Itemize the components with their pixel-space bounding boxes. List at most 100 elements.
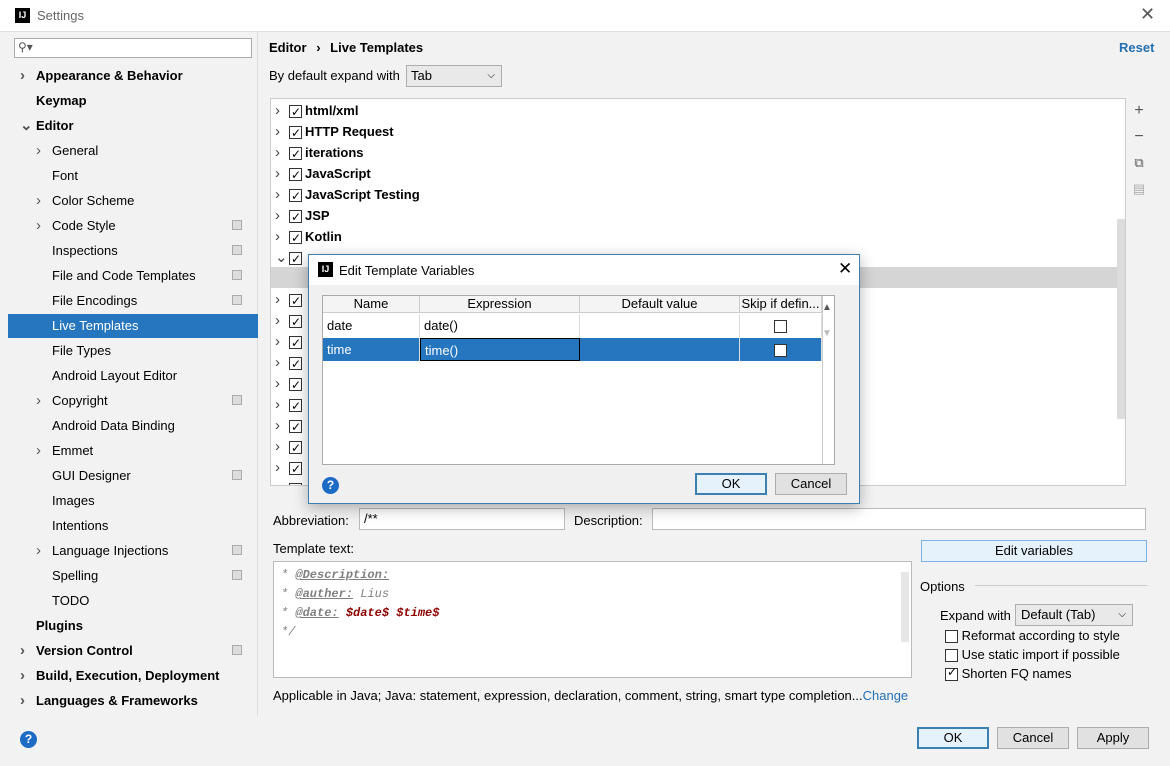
- group-checkbox[interactable]: [289, 354, 302, 375]
- group-checkbox[interactable]: [289, 459, 302, 480]
- sidebar-item[interactable]: › Languages & Frameworks: [8, 689, 258, 713]
- chevron-right-icon[interactable]: ›: [36, 139, 41, 163]
- sidebar-item[interactable]: Android Layout Editor: [8, 364, 258, 388]
- chevron-right-icon[interactable]: ›: [271, 205, 289, 226]
- chevron-right-icon[interactable]: ›: [271, 100, 289, 121]
- sidebar-item[interactable]: › Language Injections: [8, 539, 258, 563]
- tree-group-row[interactable]: › JavaScript Testing: [271, 184, 1125, 207]
- chevron-right-icon[interactable]: ›: [271, 436, 289, 457]
- tree-group-row[interactable]: › Kotlin: [271, 226, 1125, 249]
- description-input[interactable]: [652, 508, 1146, 530]
- chevron-right-icon[interactable]: ›: [36, 214, 41, 238]
- sidebar-item[interactable]: › Build, Execution, Deployment: [8, 664, 258, 688]
- dialog-help-icon[interactable]: ?: [322, 477, 339, 494]
- sidebar-item[interactable]: Inspections: [8, 239, 258, 263]
- chevron-right-icon[interactable]: ›: [271, 457, 289, 478]
- sidebar-item[interactable]: Images: [8, 489, 258, 513]
- checkbox[interactable]: [945, 630, 958, 644]
- group-checkbox[interactable]: [289, 144, 302, 165]
- checkbox[interactable]: [945, 665, 958, 682]
- expand-select[interactable]: Tab ⌵: [406, 65, 502, 87]
- remove-icon[interactable]: −: [1127, 124, 1151, 150]
- chevron-right-icon[interactable]: ›: [36, 439, 41, 463]
- group-checkbox[interactable]: [289, 417, 302, 438]
- sidebar-item[interactable]: ⌄ Editor: [8, 114, 258, 138]
- sidebar-item[interactable]: › Code Style: [8, 214, 258, 238]
- dialog-ok-button[interactable]: OK: [695, 473, 767, 495]
- abbreviation-input[interactable]: /**: [359, 508, 565, 530]
- chevron-down-icon[interactable]: ⌄: [271, 247, 289, 268]
- restore-icon[interactable]: ▤: [1127, 176, 1151, 202]
- sidebar-item[interactable]: › Copyright: [8, 389, 258, 413]
- reset-link[interactable]: Reset: [1119, 40, 1154, 55]
- tree-group-row[interactable]: › html/xml: [271, 100, 1125, 123]
- move-down-icon[interactable]: ▼: [822, 328, 832, 339]
- chevron-right-icon[interactable]: ›: [271, 415, 289, 436]
- option-checkbox[interactable]: Shorten FQ names: [945, 665, 1071, 682]
- variable-expression[interactable]: date(): [420, 314, 580, 337]
- sidebar-item[interactable]: › Emmet: [8, 439, 258, 463]
- skip-checkbox[interactable]: [774, 344, 787, 358]
- variable-skip[interactable]: [740, 314, 822, 337]
- sidebar-item[interactable]: Intentions: [8, 514, 258, 538]
- add-icon[interactable]: +: [1127, 98, 1151, 124]
- tree-group-row[interactable]: › JSP: [271, 205, 1125, 228]
- expand-with-select[interactable]: Default (Tab) ⌵: [1015, 604, 1133, 626]
- chevron-right-icon[interactable]: ›: [271, 352, 289, 373]
- variable-default[interactable]: [580, 338, 740, 361]
- column-header-name[interactable]: Name: [323, 296, 420, 313]
- group-checkbox[interactable]: [289, 249, 302, 270]
- sidebar-item[interactable]: Keymap: [8, 89, 258, 113]
- sidebar-item[interactable]: Android Data Binding: [8, 414, 258, 438]
- group-checkbox[interactable]: [289, 207, 302, 228]
- dialog-close-icon[interactable]: ✕: [838, 259, 852, 279]
- group-checkbox[interactable]: [289, 438, 302, 459]
- chevron-right-icon[interactable]: ›: [20, 639, 25, 663]
- option-checkbox[interactable]: Use static import if possible: [945, 647, 1120, 663]
- chevron-right-icon[interactable]: ›: [271, 289, 289, 310]
- group-checkbox[interactable]: [289, 312, 302, 333]
- chevron-right-icon[interactable]: ›: [20, 664, 25, 688]
- chevron-right-icon[interactable]: ›: [20, 689, 25, 713]
- close-icon[interactable]: ✕: [1140, 4, 1155, 25]
- tree-scrollbar[interactable]: [1117, 219, 1125, 419]
- sidebar-item[interactable]: Spelling: [8, 564, 258, 588]
- chevron-right-icon[interactable]: ›: [271, 142, 289, 163]
- search-input[interactable]: ⚲▾: [14, 38, 252, 58]
- variable-expression[interactable]: time(): [420, 338, 580, 361]
- chevron-right-icon[interactable]: ›: [271, 478, 289, 485]
- variable-name[interactable]: time: [323, 338, 420, 361]
- chevron-right-icon[interactable]: ›: [271, 226, 289, 247]
- column-header-skip[interactable]: Skip if defin...: [740, 296, 822, 313]
- edit-variables-button[interactable]: Edit variables: [921, 540, 1147, 562]
- sidebar-item[interactable]: TODO: [8, 589, 258, 613]
- sidebar-item[interactable]: File Encodings: [8, 289, 258, 313]
- ok-button[interactable]: OK: [917, 727, 989, 749]
- group-checkbox[interactable]: [289, 186, 302, 207]
- group-checkbox[interactable]: [289, 228, 302, 249]
- move-up-icon[interactable]: ▲: [822, 302, 832, 313]
- chevron-right-icon[interactable]: ›: [271, 163, 289, 184]
- chevron-right-icon[interactable]: ›: [271, 310, 289, 331]
- help-icon[interactable]: ?: [20, 731, 37, 748]
- tree-group-row[interactable]: › JavaScript: [271, 163, 1125, 186]
- apply-button[interactable]: Apply: [1077, 727, 1149, 749]
- group-checkbox[interactable]: [289, 123, 302, 144]
- chevron-right-icon[interactable]: ›: [36, 189, 41, 213]
- sidebar-item[interactable]: Plugins: [8, 614, 258, 638]
- column-header-default[interactable]: Default value: [580, 296, 740, 313]
- option-checkbox[interactable]: Reformat according to style: [945, 628, 1120, 644]
- group-checkbox[interactable]: [289, 333, 302, 354]
- sidebar-item[interactable]: GUI Designer: [8, 464, 258, 488]
- group-checkbox[interactable]: [289, 102, 302, 123]
- sidebar-item[interactable]: File and Code Templates: [8, 264, 258, 288]
- sidebar-item[interactable]: › Version Control: [8, 639, 258, 663]
- variable-name[interactable]: date: [323, 314, 420, 337]
- variable-row[interactable]: date date(): [323, 314, 822, 337]
- sidebar-item[interactable]: File Types: [8, 339, 258, 363]
- chevron-down-icon[interactable]: ⌄: [20, 114, 33, 138]
- copy-icon[interactable]: ⧉: [1127, 150, 1151, 176]
- group-checkbox[interactable]: [289, 480, 302, 485]
- column-header-expression[interactable]: Expression: [420, 296, 580, 313]
- group-checkbox[interactable]: [289, 165, 302, 186]
